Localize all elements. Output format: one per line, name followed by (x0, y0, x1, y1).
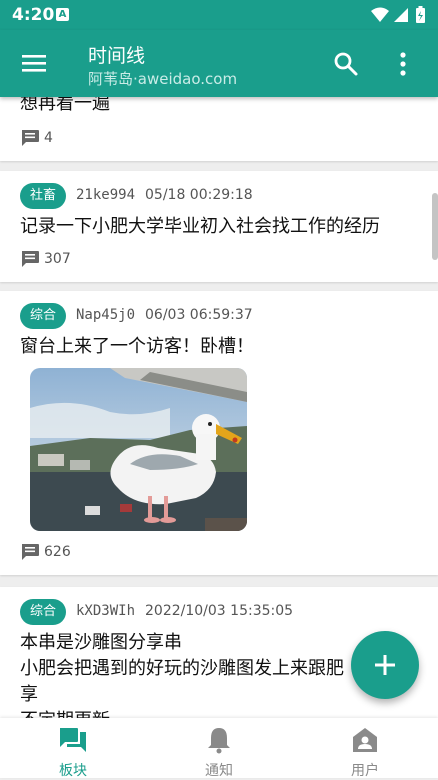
post-meta: kXD3WIh 2022/10/03 15:35:05 (76, 603, 293, 619)
post-card[interactable]: 综合 Nap45j0 06/03 06:59:37 窗台上来了一个访客！卧槽！ (0, 291, 438, 575)
notification-a-icon: A (56, 8, 69, 21)
forum-tag[interactable]: 综合 (20, 599, 67, 625)
signal-icon (394, 8, 408, 22)
post-time: 05/18 00:29:18 (145, 187, 253, 203)
nav-user[interactable]: 用户 (292, 718, 438, 779)
status-time: 4:20 (12, 5, 55, 25)
reply-count: 626 (44, 544, 71, 560)
post-meta: 21ke994 05/18 00:29:18 (76, 187, 253, 203)
post-meta: Nap45j0 06/03 06:59:37 (76, 307, 253, 323)
post-time: 2022/10/03 15:35:05 (145, 603, 294, 619)
nav-forums[interactable]: 板块 (0, 718, 146, 779)
plus-icon (375, 655, 395, 675)
scrollbar-thumb[interactable] (432, 193, 438, 260)
post-uid: Nap45j0 (76, 307, 136, 323)
post-text: 想再看一遍 (20, 97, 110, 114)
status-bar: 4:20 A (0, 0, 438, 30)
nav-notifications[interactable]: 通知 (146, 718, 292, 779)
wifi-icon (371, 7, 389, 22)
forum-icon (60, 728, 86, 752)
nav-label: 通知 (205, 763, 233, 779)
page-title: 时间线 (88, 45, 146, 67)
timeline-feed[interactable]: 想再看一遍 4 社畜 21ke994 05/18 00:29:18 记录一下小肥大… (0, 97, 438, 718)
reply-icon (22, 251, 39, 267)
forum-tag[interactable]: 综合 (20, 303, 67, 329)
forum-tag[interactable]: 社畜 (20, 183, 67, 209)
page-subtitle: 阿苇岛·aweidao.com (88, 70, 238, 88)
bell-icon (208, 728, 230, 754)
seagull-photo[interactable] (30, 368, 247, 531)
post-card[interactable]: 想再看一遍 4 (0, 97, 438, 161)
new-post-button[interactable] (351, 631, 419, 699)
post-uid: 21ke994 (76, 187, 136, 203)
post-text: 记录一下小肥大学毕业初入社会找工作的经历 (20, 216, 380, 237)
app-bar: 时间线 阿苇岛·aweidao.com (0, 30, 438, 97)
post-time: 06/03 06:59:37 (145, 307, 253, 323)
post-text-line: 不定期更新 (20, 708, 420, 718)
reply-icon (22, 130, 39, 146)
reply-count: 4 (44, 130, 53, 146)
bottom-navigation: 板块 通知 用户 (0, 718, 438, 779)
reply-icon (22, 544, 39, 560)
more-options-icon[interactable] (395, 50, 411, 78)
nav-label: 用户 (351, 763, 379, 779)
nav-label: 板块 (59, 763, 87, 779)
menu-icon[interactable] (21, 51, 47, 75)
reply-count: 307 (44, 251, 71, 267)
post-text: 窗台上来了一个访客！卧槽！ (20, 336, 254, 357)
home-user-icon (353, 728, 377, 752)
search-icon[interactable] (333, 51, 359, 77)
post-card[interactable]: 社畜 21ke994 05/18 00:29:18 记录一下小肥大学毕业初入社会找… (0, 171, 438, 282)
post-uid: kXD3WIh (76, 603, 136, 619)
status-icons (371, 6, 425, 23)
